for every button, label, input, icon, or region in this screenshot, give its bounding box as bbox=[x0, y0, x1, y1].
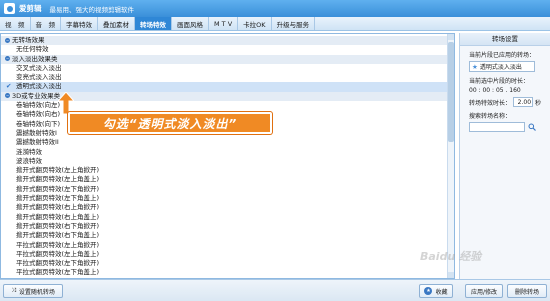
search-row bbox=[469, 122, 550, 132]
list-item[interactable]: 交叉式淡入淡出 bbox=[1, 64, 448, 73]
list-item-label: 震撼散射特效II bbox=[16, 138, 59, 147]
collapse-icon[interactable]: − bbox=[5, 56, 10, 62]
title-bar: 爱剪辑 最易用、强大的视频剪辑软件 bbox=[0, 0, 550, 17]
bottom-toolbar: ⤨ 设置随机转场 ★ 收藏 应用/修改 删除转场 bbox=[0, 279, 550, 301]
tab-transition-effects[interactable]: 转场特效 bbox=[135, 17, 172, 30]
tab-picture-style[interactable]: 画面风格 bbox=[172, 17, 209, 30]
list-item-label: 卷轴特效(向左) bbox=[16, 101, 61, 110]
transition-duration-stepper[interactable]: 2.00 bbox=[513, 97, 534, 107]
list-item[interactable]: 掀开式翻页特效(右下角掀开) bbox=[1, 222, 448, 231]
scroll-thumb[interactable] bbox=[448, 42, 454, 142]
scroll-up-button[interactable] bbox=[448, 34, 454, 40]
list-item[interactable]: 掀开式翻页特效(右下角盖上) bbox=[1, 231, 448, 240]
applied-transition-field: ★ 透明式淡入淡出 bbox=[469, 61, 535, 72]
list-item-label: 卷轴特效(向右) bbox=[16, 110, 61, 119]
tab-video[interactable]: 视 频 bbox=[0, 17, 31, 30]
transition-settings-panel: 转场设置 当前片段已应用的转场： ★ 透明式淡入淡出 当前选中片段的时长： 00… bbox=[459, 33, 550, 279]
list-item[interactable]: 掀开式翻页特效(左下角掀开) bbox=[1, 185, 448, 194]
list-item[interactable]: 平拉式翻页特效(左上角掀开) bbox=[1, 241, 448, 250]
random-transition-label: 设置随机转场 bbox=[18, 288, 55, 296]
checkmark-icon: ✔ bbox=[6, 82, 12, 91]
list-item-label: 涟漪特效 bbox=[16, 147, 42, 156]
list-item-label: 掀开式翻页特效(右上角掀开) bbox=[16, 203, 100, 212]
watermark: Baidu 经验 bbox=[420, 250, 482, 263]
tab-karaoke[interactable]: 卡拉OK bbox=[238, 17, 272, 30]
clip-duration-value: 00 : 00 : 05 . 160 bbox=[469, 87, 521, 94]
list-item-label: 掀开式翻页特效(右上角盖上) bbox=[16, 212, 100, 221]
category-header[interactable]: − 无转场效果 bbox=[1, 36, 448, 46]
list-item-label: 平拉式翻页特效(左上角盖上) bbox=[16, 249, 100, 258]
random-transition-button[interactable]: ⤨ 设置随机转场 bbox=[3, 284, 63, 298]
menu-bar: 视 频 音 频 字幕特效 叠加素材 转场特效 画面风格 M T V 卡拉OK 升… bbox=[0, 17, 550, 31]
tab-subtitle-effects[interactable]: 字幕特效 bbox=[61, 17, 98, 30]
transition-duration-row: 转场特效时长： 2.00 秒 bbox=[469, 97, 550, 107]
app-slogan: 最易用、强大的视频剪辑软件 bbox=[49, 5, 135, 14]
tab-overlay-material[interactable]: 叠加素材 bbox=[98, 17, 135, 30]
settings-header: 转场设置 bbox=[460, 33, 550, 46]
applied-transition-label: 当前片段已应用的转场： bbox=[469, 52, 536, 59]
category-header[interactable]: − 淡入淡出效果类 bbox=[1, 54, 448, 64]
transition-duration-value: 2.00 bbox=[517, 98, 532, 106]
list-item-label: 透明式淡入淡出 bbox=[16, 82, 62, 91]
transition-list: − 无转场效果 无任何特效 − 淡入淡出效果类 交叉式淡入淡出 变亮式淡入淡出 ✔ 透明式淡入淡… bbox=[1, 36, 448, 278]
list-item-label: 无任何特效 bbox=[16, 45, 49, 54]
shuffle-icon: ⤨ bbox=[11, 287, 16, 294]
search-icon[interactable] bbox=[527, 122, 536, 132]
list-item[interactable]: 波浪特效 bbox=[1, 157, 448, 166]
list-item-label: 3D或专业效果类 bbox=[12, 91, 61, 100]
apply-modify-button[interactable]: 应用/修改 bbox=[465, 284, 503, 298]
list-item[interactable]: 变亮式淡入淡出 bbox=[1, 73, 448, 82]
list-item-label: 震撼散射特效I bbox=[16, 128, 57, 137]
annotation-arrow-icon bbox=[58, 92, 74, 114]
annotation-callout: 勾选“透明式淡入淡出” bbox=[68, 112, 272, 134]
clip-duration-label: 当前选中片段的时长： bbox=[469, 78, 530, 85]
list-item[interactable]: 涟漪特效 bbox=[1, 148, 448, 157]
collapse-icon[interactable]: − bbox=[5, 93, 10, 99]
applied-transition-value: 透明式淡入淡出 bbox=[479, 64, 522, 71]
tab-upgrade-service[interactable]: 升级与服务 bbox=[272, 17, 316, 30]
list-item[interactable]: 平拉式翻页特效(左上角盖上) bbox=[1, 250, 448, 259]
star-icon: ★ bbox=[472, 62, 478, 71]
list-item-label: 掀开式翻页特效(左上角掀开) bbox=[16, 166, 100, 175]
list-item-label: 无转场效果 bbox=[12, 36, 45, 44]
list-item-label: 掀开式翻页特效(右下角盖上) bbox=[16, 231, 100, 240]
list-item-label: 波浪特效 bbox=[16, 156, 42, 165]
app-logo-icon bbox=[4, 3, 15, 14]
transition-duration-unit: 秒 bbox=[535, 99, 542, 107]
tab-audio[interactable]: 音 频 bbox=[31, 17, 61, 30]
list-item-label: 变亮式淡入淡出 bbox=[16, 73, 62, 82]
list-item[interactable]: 掀开式翻页特效(左上角盖上) bbox=[1, 175, 448, 184]
search-input[interactable] bbox=[469, 122, 525, 132]
list-item[interactable]: 无任何特效 bbox=[1, 45, 448, 54]
collapse-icon[interactable]: − bbox=[5, 37, 10, 43]
list-item-label: 掀开式翻页特效(左上角盖上) bbox=[16, 175, 100, 184]
scroll-down-button[interactable] bbox=[448, 272, 454, 278]
list-item-label: 平拉式翻页特效(左下角盖上) bbox=[16, 268, 100, 277]
list-item-label: 平拉式翻页特效(左上角掀开) bbox=[16, 240, 100, 249]
collect-button[interactable]: ★ 收藏 bbox=[419, 284, 453, 298]
transition-duration-label: 转场特效时长： bbox=[469, 99, 512, 107]
list-item-label: 交叉式淡入淡出 bbox=[16, 63, 62, 72]
delete-transition-button[interactable]: 删除转场 bbox=[507, 284, 547, 298]
search-label: 搜索转场名称： bbox=[469, 113, 512, 120]
list-item-label: 淡入淡出效果类 bbox=[12, 54, 58, 63]
list-item[interactable]: 掀开式翻页特效(右上角掀开) bbox=[1, 203, 448, 212]
list-item[interactable]: 平拉式翻页特效(左下角盖上) bbox=[1, 268, 448, 277]
list-scrollbar[interactable] bbox=[447, 34, 454, 278]
transition-list-panel: − 无转场效果 无任何特效 − 淡入淡出效果类 交叉式淡入淡出 变亮式淡入淡出 ✔ 透明式淡入淡… bbox=[0, 33, 455, 279]
list-item-label: 平拉式翻页特效(左下角掀开) bbox=[16, 259, 100, 268]
list-item[interactable]: 掀开式翻页特效(右上角盖上) bbox=[1, 213, 448, 222]
tab-mtv[interactable]: M T V bbox=[209, 17, 239, 30]
list-item-label: 掀开式翻页特效(左下角盖上) bbox=[16, 194, 100, 203]
app-name: 爱剪辑 bbox=[19, 4, 42, 13]
list-item-label: 卷轴特效(向下) bbox=[16, 119, 61, 128]
list-item-label: 掀开式翻页特效(左下角掀开) bbox=[16, 184, 100, 193]
list-item[interactable]: 震撼散射特效II bbox=[1, 138, 448, 147]
collect-icon: ★ bbox=[424, 287, 433, 295]
collect-label: 收藏 bbox=[435, 288, 448, 296]
list-item-label: 掀开式翻页特效(右下角掀开) bbox=[16, 221, 100, 230]
list-item[interactable]: 掀开式翻页特效(左下角盖上) bbox=[1, 194, 448, 203]
list-item[interactable]: ✔ 透明式淡入淡出 bbox=[1, 82, 448, 92]
